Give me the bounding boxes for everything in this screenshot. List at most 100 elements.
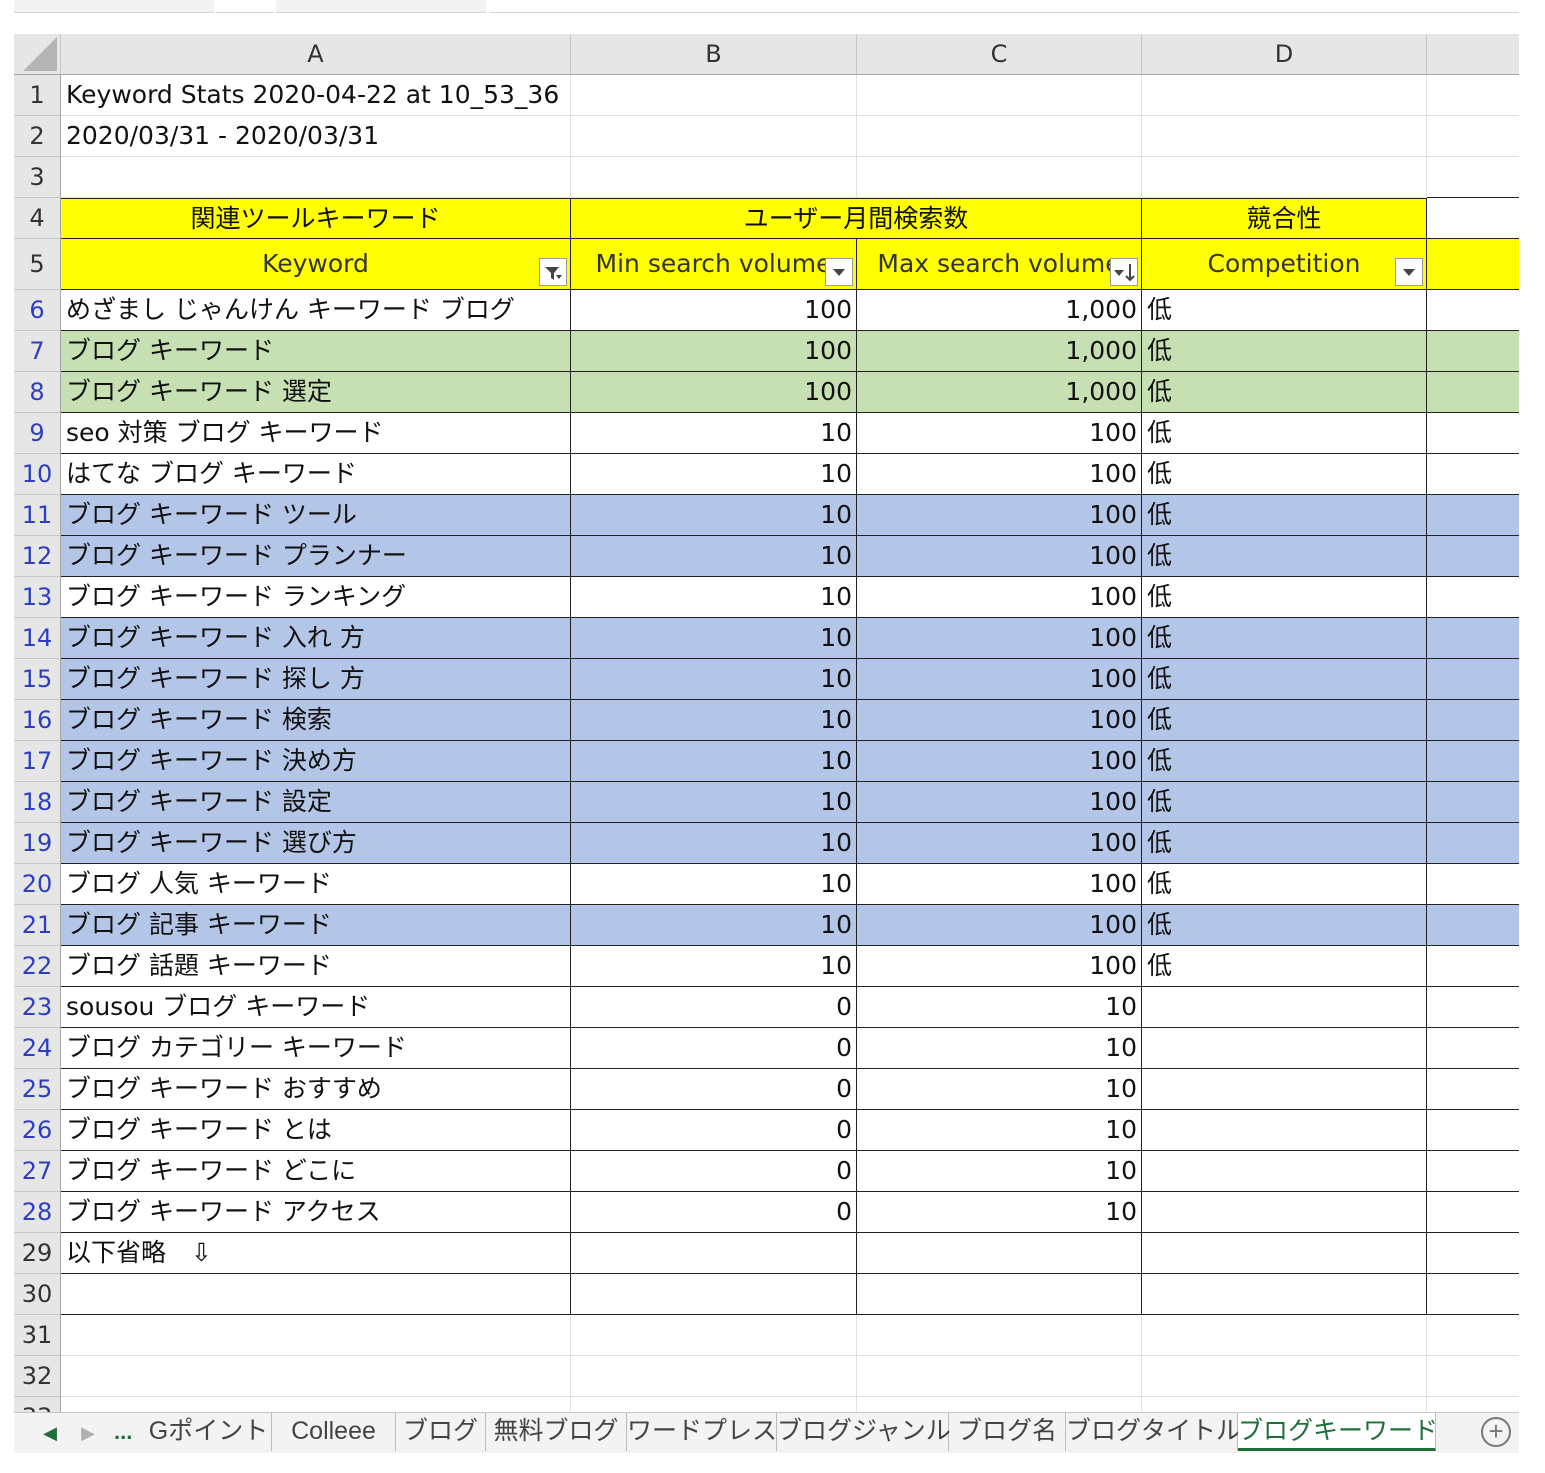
row-header[interactable]: 28 (14, 1192, 61, 1233)
row-header[interactable]: 16 (14, 700, 61, 741)
cell[interactable] (857, 1397, 1142, 1412)
keyword-cell[interactable]: ブログ キーワード 検索 (61, 700, 571, 741)
max-volume-cell[interactable]: 10 (857, 1069, 1142, 1110)
row-header[interactable]: 33 (14, 1397, 61, 1412)
cell-e[interactable] (1427, 1151, 1519, 1192)
sheet-tab[interactable]: ブログ名 (949, 1413, 1066, 1451)
min-volume-cell[interactable]: 100 (571, 290, 857, 331)
cell-e[interactable] (1427, 1274, 1519, 1315)
add-sheet-icon[interactable]: + (1481, 1417, 1511, 1447)
cell[interactable] (1142, 1356, 1427, 1397)
cell-e[interactable] (1427, 413, 1519, 454)
row-header[interactable]: 7 (14, 331, 61, 372)
min-volume-cell[interactable]: 10 (571, 700, 857, 741)
keyword-cell[interactable]: ブログ キーワード アクセス (61, 1192, 571, 1233)
min-volume-cell[interactable]: 10 (571, 495, 857, 536)
min-volume-cell[interactable]: 10 (571, 741, 857, 782)
competition-cell[interactable] (1142, 1151, 1427, 1192)
cell[interactable] (1142, 75, 1427, 116)
competition-cell[interactable]: 低 (1142, 741, 1427, 782)
cell-e[interactable] (1427, 577, 1519, 618)
max-volume-cell[interactable]: 100 (857, 413, 1142, 454)
cell-e[interactable] (1427, 198, 1519, 239)
row-header[interactable]: 17 (14, 741, 61, 782)
cell[interactable] (61, 1356, 571, 1397)
row-header[interactable]: 23 (14, 987, 61, 1028)
row-header[interactable]: 26 (14, 1110, 61, 1151)
max-volume-cell[interactable]: 100 (857, 782, 1142, 823)
row-header[interactable]: 30 (14, 1274, 61, 1315)
cell-e[interactable] (1427, 782, 1519, 823)
max-volume-cell[interactable]: 100 (857, 536, 1142, 577)
min-volume-cell[interactable]: 10 (571, 577, 857, 618)
cell-e[interactable] (1427, 987, 1519, 1028)
competition-cell[interactable] (1142, 1274, 1427, 1315)
sheet-tab[interactable]: Gポイント (146, 1413, 272, 1451)
keyword-cell[interactable]: ブログ キーワード 決め方 (61, 741, 571, 782)
min-volume-cell[interactable]: 0 (571, 1069, 857, 1110)
keyword-cell[interactable]: ブログ 話題 キーワード (61, 946, 571, 987)
keyword-cell[interactable]: ブログ キーワード 入れ 方 (61, 618, 571, 659)
row-header[interactable]: 18 (14, 782, 61, 823)
cell-e[interactable] (1427, 290, 1519, 331)
keyword-cell[interactable]: sousou ブログ キーワード (61, 987, 571, 1028)
competition-cell[interactable] (1142, 987, 1427, 1028)
sheet-tab[interactable]: 無料ブログ (486, 1413, 627, 1451)
row-header[interactable]: 12 (14, 536, 61, 577)
keyword-cell[interactable]: ブログ キーワード 選定 (61, 372, 571, 413)
max-volume-cell[interactable]: 10 (857, 1192, 1142, 1233)
row-header[interactable]: 4 (14, 198, 61, 239)
competition-cell[interactable]: 低 (1142, 659, 1427, 700)
cell-e[interactable] (1427, 536, 1519, 577)
sheet-tab[interactable]: ワードプレス (627, 1413, 777, 1451)
min-volume-cell[interactable]: 10 (571, 823, 857, 864)
min-volume-cell[interactable]: 0 (571, 987, 857, 1028)
competition-cell[interactable]: 低 (1142, 454, 1427, 495)
column-header-d[interactable]: D (1142, 34, 1427, 75)
competition-cell[interactable]: 低 (1142, 372, 1427, 413)
row-header[interactable]: 22 (14, 946, 61, 987)
cell-e[interactable] (1427, 1233, 1519, 1274)
cell-e[interactable] (1427, 823, 1519, 864)
sheet-tab[interactable]: ブログ (396, 1413, 486, 1451)
min-volume-cell[interactable]: 0 (571, 1110, 857, 1151)
max-volume-cell[interactable]: 100 (857, 946, 1142, 987)
cell[interactable] (61, 1397, 571, 1412)
max-volume-cell[interactable]: 10 (857, 987, 1142, 1028)
min-volume-cell[interactable] (571, 1274, 857, 1315)
row-header[interactable]: 2 (14, 116, 61, 157)
min-volume-cell[interactable]: 10 (571, 618, 857, 659)
cell[interactable] (857, 1315, 1142, 1356)
cell-e[interactable] (1427, 116, 1519, 157)
row-header[interactable]: 21 (14, 905, 61, 946)
row-header[interactable]: 25 (14, 1069, 61, 1110)
keyword-filter-button[interactable] (539, 258, 567, 286)
cell[interactable] (857, 1356, 1142, 1397)
cell-e[interactable] (1427, 239, 1519, 290)
cell[interactable] (571, 1356, 857, 1397)
keyword-cell[interactable]: はてな ブログ キーワード (61, 454, 571, 495)
competition-filter-button[interactable] (1395, 258, 1423, 286)
keyword-cell[interactable]: ブログ キーワード おすすめ (61, 1069, 571, 1110)
min-volume-cell[interactable]: 0 (571, 1192, 857, 1233)
row-header[interactable]: 1 (14, 75, 61, 116)
competition-cell[interactable]: 低 (1142, 864, 1427, 905)
keyword-cell[interactable]: ブログ 記事 キーワード (61, 905, 571, 946)
max-volume-cell[interactable]: 10 (857, 1151, 1142, 1192)
cell[interactable] (571, 75, 857, 116)
column-header-b[interactable]: B (571, 34, 857, 75)
report-date-range[interactable]: 2020/03/31 - 2020/03/31 (61, 116, 571, 157)
row-header[interactable]: 32 (14, 1356, 61, 1397)
competition-cell[interactable]: 低 (1142, 331, 1427, 372)
row-header[interactable]: 11 (14, 495, 61, 536)
competition-cell[interactable]: 低 (1142, 700, 1427, 741)
competition-cell[interactable]: 低 (1142, 823, 1427, 864)
max-volume-cell[interactable] (857, 1274, 1142, 1315)
cell-e[interactable] (1427, 1356, 1519, 1397)
cell[interactable] (857, 157, 1142, 198)
cell-e[interactable] (1427, 372, 1519, 413)
cell-e[interactable] (1427, 454, 1519, 495)
max-volume-cell[interactable]: 1,000 (857, 372, 1142, 413)
competition-cell[interactable]: 低 (1142, 905, 1427, 946)
keyword-cell[interactable]: seo 対策 ブログ キーワード (61, 413, 571, 454)
